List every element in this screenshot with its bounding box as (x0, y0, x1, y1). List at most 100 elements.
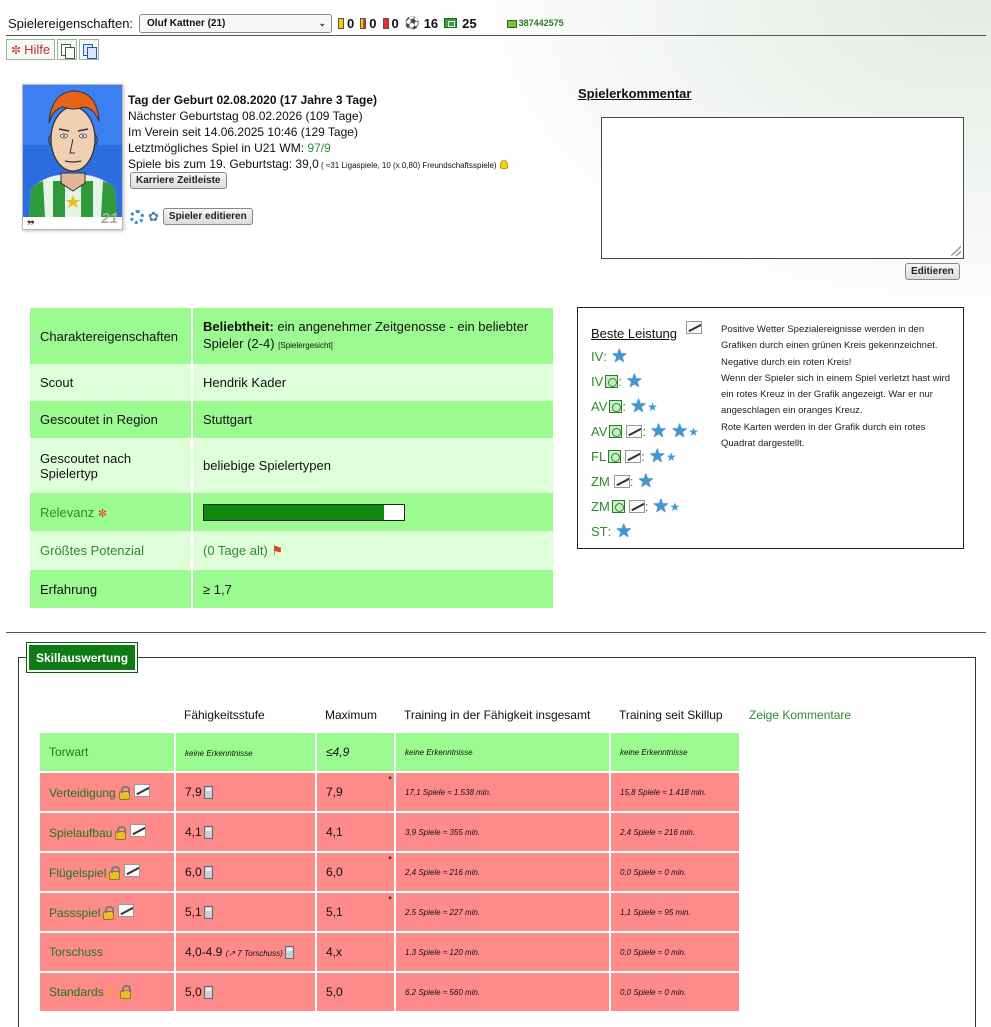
colon: : (642, 424, 647, 439)
gear-icon[interactable] (130, 209, 144, 224)
chart-icon[interactable] (686, 321, 702, 334)
relevance-label-cell[interactable]: Relevanz ✼ (30, 493, 192, 531)
best-position[interactable]: ST (591, 524, 608, 539)
best-position[interactable]: ZM (591, 474, 610, 489)
career-timeline-button[interactable]: Karriere Zeitleiste (130, 172, 227, 189)
relevance-bar (203, 503, 405, 521)
skill-name: Torschuss (49, 945, 104, 959)
help-button[interactable]: ✼ Hilfe (6, 39, 56, 60)
u21-value[interactable]: 97/9 (307, 141, 330, 155)
chart-icon[interactable] (628, 500, 645, 513)
red-card-count: 0 (391, 15, 399, 31)
calculator-icon[interactable] (284, 946, 294, 960)
calculator-icon[interactable] (203, 906, 213, 920)
toolbar: ✼ Hilfe (6, 39, 100, 60)
yellow-red-card-count: 0 (369, 15, 377, 31)
skill-name-cell[interactable]: Spielaufbau (40, 813, 174, 851)
skill-name: Torwart (49, 745, 89, 759)
potential-value-cell: (0 Tage alt) ⚑ (191, 531, 553, 570)
u21-line: Letztmögliches Spiel in U21 WM: 97/9 (128, 140, 508, 156)
chart-icon[interactable] (118, 904, 135, 917)
paw-icon[interactable]: ✿ (148, 209, 159, 225)
best-position[interactable]: ZM (591, 499, 610, 514)
lock-icon (109, 866, 121, 881)
skill-row: Spielaufbau 4,1 4,1 3,9 Spiele ≈ 355 min. 2,… (40, 813, 859, 851)
skill-level: 7,9 (176, 773, 315, 811)
skill-level-value: 7,9 (185, 784, 202, 799)
player-info: Tag der Geburt 02.08.2020 (17 Jahre 3 Ta… (128, 92, 508, 174)
skill-max: ≤4,9 (317, 733, 394, 771)
star-icon: ★ (637, 471, 655, 492)
note-1: Positive Wetter Spezialereignisse werden… (721, 324, 938, 352)
skill-level-value: keine Erkenntnisse (185, 749, 253, 758)
best-position[interactable]: AV (591, 399, 607, 414)
best-position[interactable]: AV (591, 424, 607, 439)
warning-icon: ⚠ (105, 984, 118, 999)
best-row: ZM: ★ (591, 469, 699, 494)
region-row: Gescoutet in Region Stuttgart (30, 401, 553, 438)
copy-pages-icon[interactable] (57, 39, 78, 60)
comment-textarea[interactable] (601, 117, 964, 259)
skill-name-cell[interactable]: Standards ⚠ (40, 973, 174, 1011)
chart-icon[interactable] (625, 450, 642, 463)
potential-value: (0 Tage alt) (203, 542, 268, 558)
best-row: FL: ★ ★ (591, 444, 699, 469)
skill-training-since: keine Erkenntnisse (611, 733, 739, 771)
star-icon: ★ (648, 446, 666, 467)
best-position[interactable]: FL (591, 449, 606, 464)
skill-max: 6,0 * (317, 853, 394, 891)
best-row: ST: ★ (591, 519, 699, 544)
chart-icon[interactable] (613, 475, 630, 488)
calculator-icon[interactable] (203, 786, 213, 800)
star-icon: ★ (671, 421, 689, 442)
player-select[interactable]: Oluf Kattner (21) ⌄ (139, 13, 333, 33)
half-star-icon: ★ (647, 399, 658, 414)
skill-tab[interactable]: Skillauswertung (25, 642, 139, 673)
skill-row: Standards ⚠ 5,0 5,0 6,2 Spiele ≈ 560 min. 0,0… (40, 973, 859, 1011)
skill-name-cell[interactable]: Torschuss (40, 933, 174, 971)
matches-icon (444, 18, 458, 28)
best-performance-title[interactable]: Beste Leistung (591, 326, 677, 341)
chart-icon[interactable] (124, 864, 141, 877)
chart-icon[interactable] (130, 824, 147, 837)
skill-max: 5,1 * (317, 893, 394, 931)
chevron-down-icon: ⌄ (318, 17, 327, 28)
chart-icon[interactable] (133, 784, 150, 797)
skill-level: 5,0 (176, 973, 315, 1011)
edit-player-button[interactable]: Spieler editieren (162, 208, 253, 225)
calculator-icon[interactable] (203, 866, 213, 880)
best-position[interactable]: IV (591, 374, 603, 389)
kit-icon: ❠ (27, 214, 35, 226)
skill-training-total: 2,4 Spiele ≈ 216 min. (396, 853, 609, 891)
skill-name-cell[interactable]: Passspiel (40, 893, 174, 931)
skill-row: Torschuss 4,0-4.9 (↗ 7 Torschuss) 4,x 1,3 S… (40, 933, 859, 971)
calculator-icon[interactable] (203, 986, 213, 1000)
resize-grip-icon[interactable] (951, 246, 961, 256)
skill-name-cell[interactable]: Flügelspiel (40, 853, 174, 891)
skill-name-cell[interactable]: Verteidigung (40, 773, 174, 811)
skill-name: Spielaufbau (49, 826, 113, 840)
skill-comment-cell (741, 773, 859, 811)
lifebuoy-icon: ✼ (97, 507, 108, 520)
best-row: ZM: ★ ★ (591, 494, 699, 519)
skill-level-value: 4,1 (185, 824, 202, 839)
colon: : (603, 349, 607, 364)
flag-icon: ⚑ (271, 542, 284, 558)
u21-label: Letztmögliches Spiel in U21 WM: (128, 141, 308, 155)
lightbulb-icon[interactable] (499, 160, 508, 170)
calculator-icon[interactable] (203, 826, 213, 840)
header-bar: Spielereigenschaften: Oluf Kattner (21) … (8, 13, 564, 33)
edit-comment-button[interactable]: Editieren (905, 263, 960, 280)
best-row: AV: ★ ★ ★ (591, 419, 699, 444)
show-comments-link[interactable]: Zeige Kommentare (741, 699, 859, 731)
best-row: AV: ★ ★ (591, 394, 699, 419)
chart-icon[interactable] (626, 425, 643, 438)
best-position[interactable]: IV (591, 349, 603, 364)
potential-label[interactable]: Größtes Potenzial (30, 531, 192, 570)
skill-level: keine Erkenntnisse (176, 733, 315, 771)
copy-pages-blue-icon[interactable] (79, 39, 100, 60)
weather-icon (608, 450, 622, 463)
half-star-icon: ★ (665, 449, 677, 464)
skill-name-cell[interactable]: Torwart (40, 733, 174, 771)
lock-icon (115, 826, 127, 841)
